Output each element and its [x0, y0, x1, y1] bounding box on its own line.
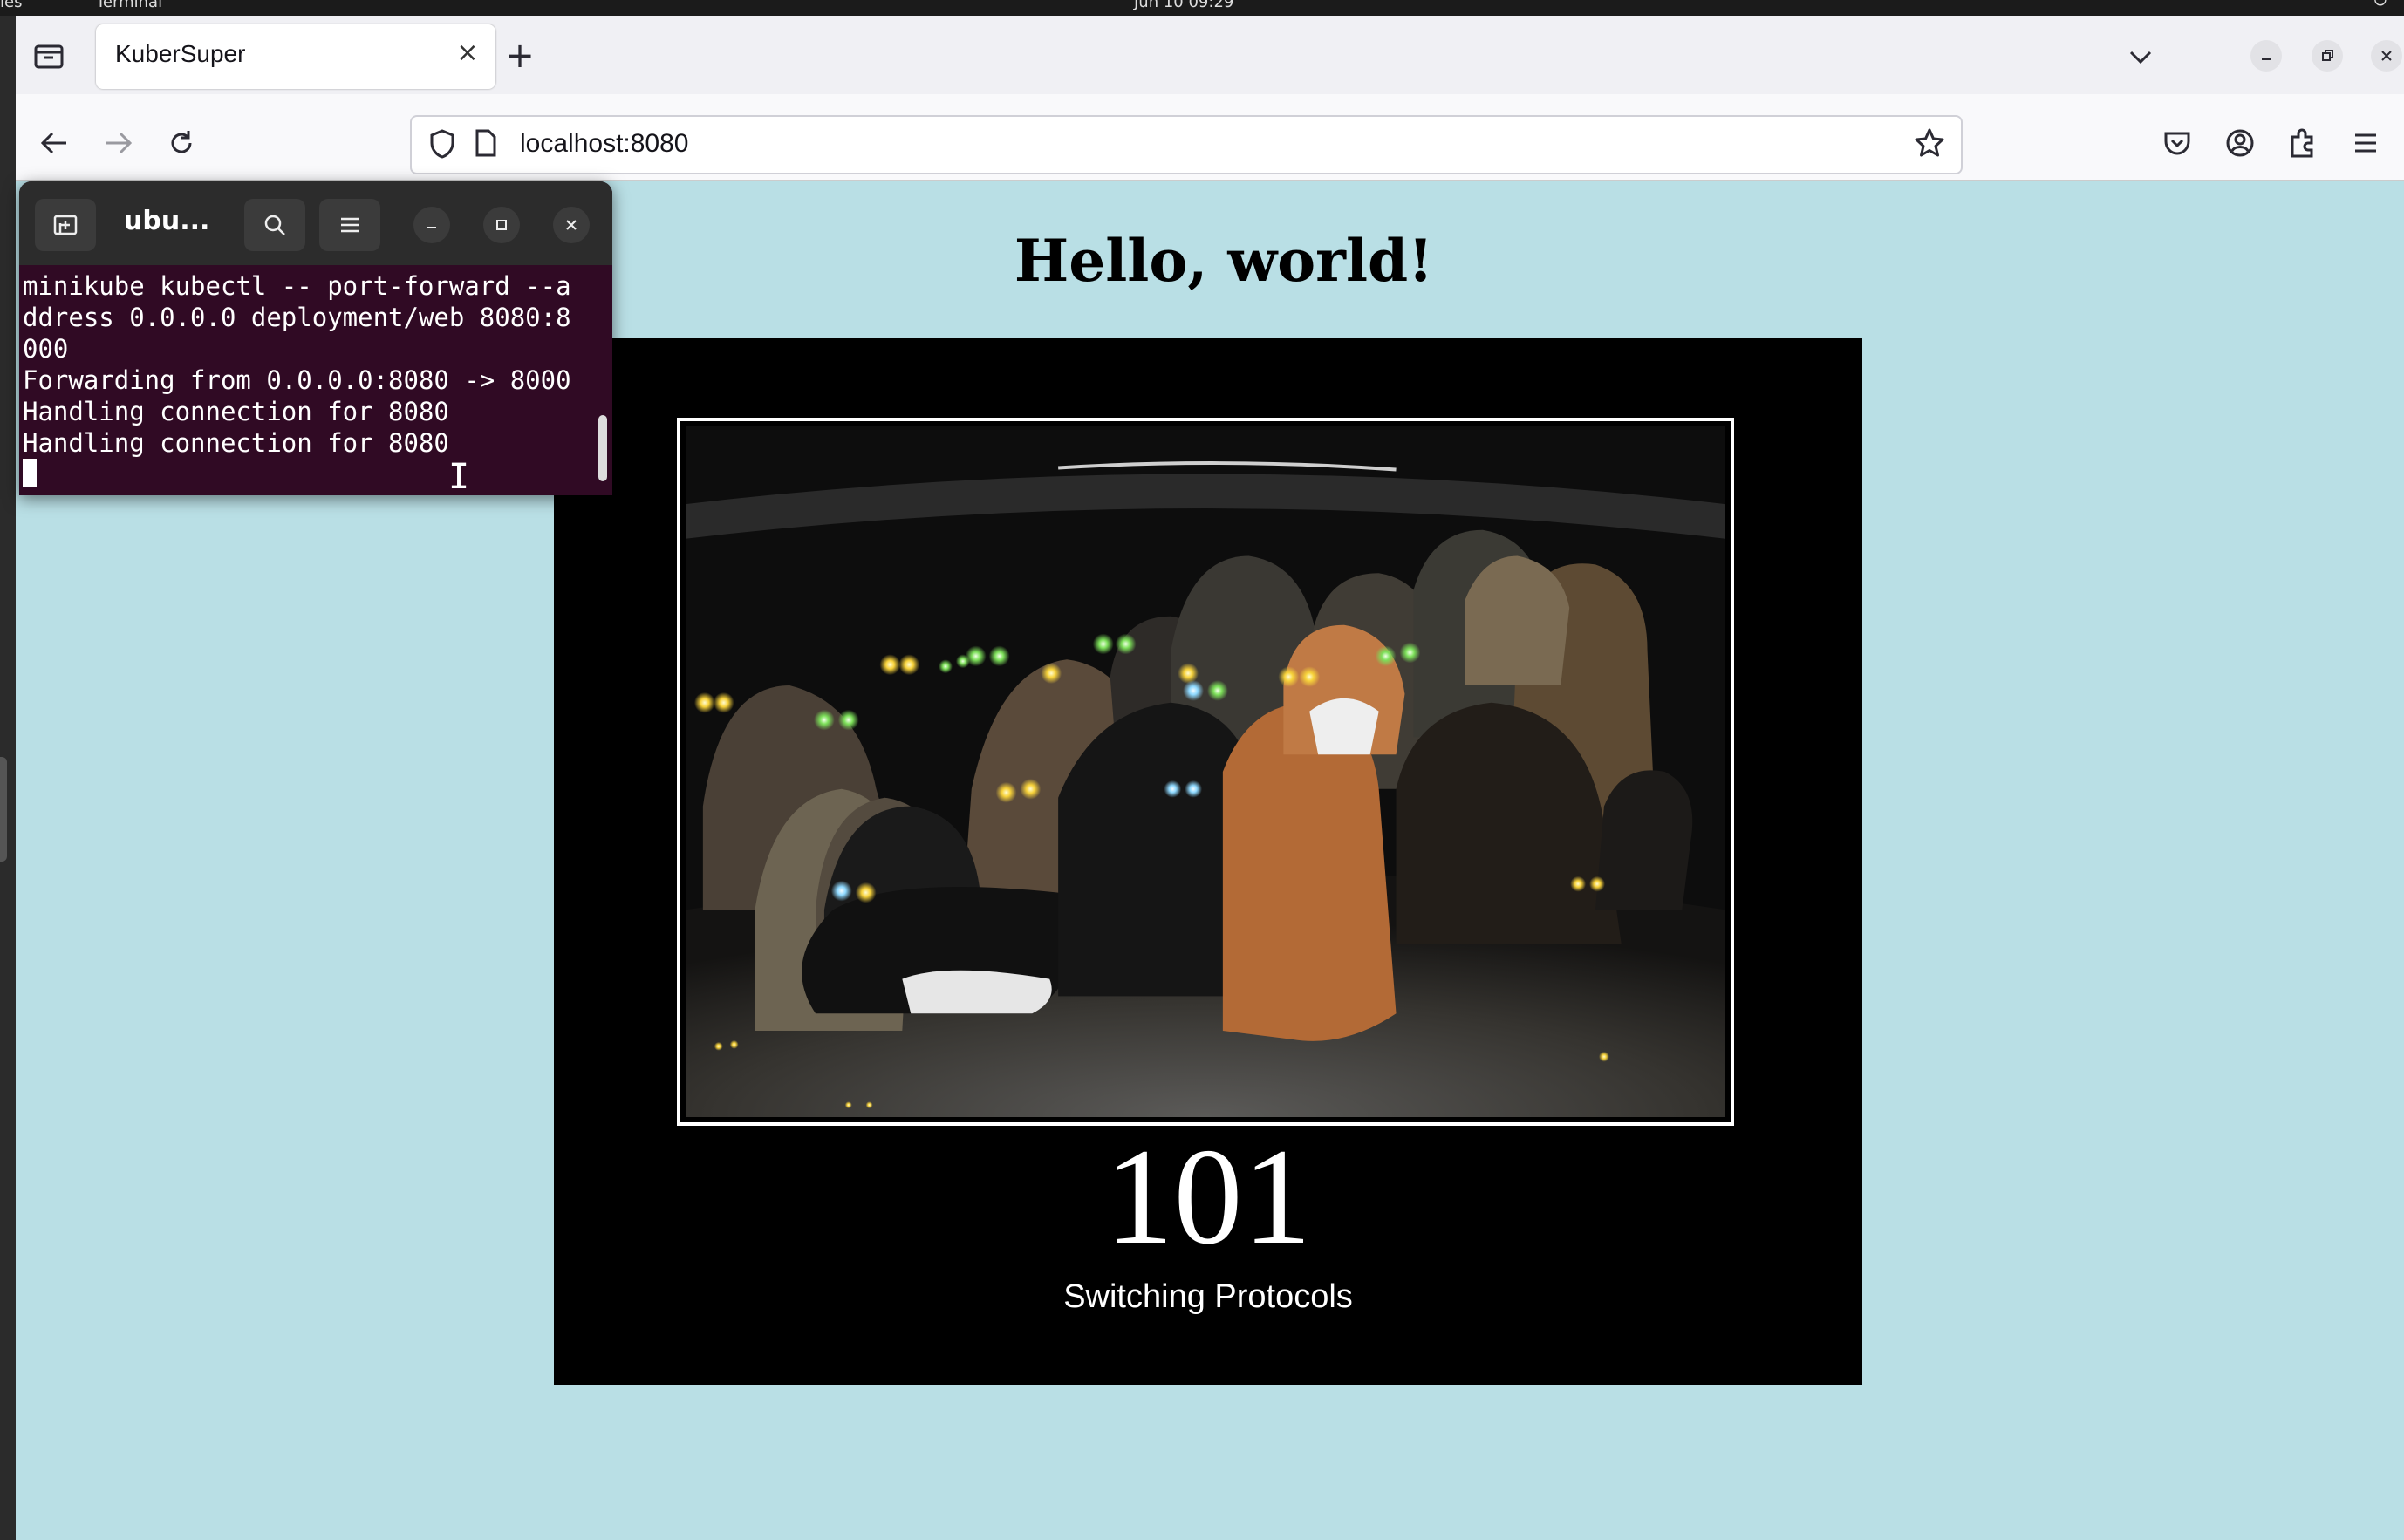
terminal-line: ddress 0.0.0.0 deployment/web 8080:8	[23, 303, 571, 332]
menu-icon[interactable]	[2348, 126, 2383, 160]
pocket-icon[interactable]	[2160, 126, 2195, 160]
url-text[interactable]: localhost:8080	[520, 129, 688, 159]
new-tab-terminal-icon[interactable]	[35, 199, 96, 251]
photo-frame	[677, 418, 1734, 1126]
close-window-icon[interactable]	[2371, 40, 2402, 72]
poster: 101 Switching Protocols	[554, 338, 1862, 1385]
terminal-line: Forwarding from 0.0.0.0:8080 -> 8000	[23, 365, 571, 395]
terminal-line: Handling connection for 8080	[23, 397, 449, 426]
terminal-maximize-icon[interactable]	[483, 207, 520, 243]
tab-kubersuper[interactable]: KuberSuper ×	[96, 24, 495, 89]
dock	[0, 16, 16, 1540]
terminal-minimize-icon[interactable]	[413, 207, 450, 243]
forward-icon[interactable]	[101, 126, 136, 160]
bookmark-star-icon[interactable]	[1914, 127, 1945, 162]
tracking-shield-icon[interactable]	[429, 129, 455, 162]
terminal-line: minikube kubectl -- port-forward --a	[23, 271, 571, 301]
tab-title: KuberSuper	[115, 40, 246, 67]
hamburger-menu-icon[interactable]	[319, 199, 380, 251]
terminal-close-icon[interactable]	[553, 207, 590, 243]
new-tab-icon[interactable]: +	[502, 38, 537, 73]
terminal-scrollbar[interactable]	[598, 415, 607, 481]
poster-status-code: 101	[1104, 1121, 1312, 1273]
reload-icon[interactable]	[164, 126, 199, 160]
dock-indicator	[0, 757, 7, 862]
list-tabs-icon[interactable]	[2123, 40, 2158, 75]
desktop-top-bar: ies Terminal Jun 10 09:29 ⏻	[0, 0, 2404, 16]
clock[interactable]: Jun 10 09:29	[1134, 0, 1233, 10]
active-app-label[interactable]: Terminal	[96, 0, 162, 10]
terminal-prompt[interactable]	[23, 459, 598, 490]
address-bar[interactable]: localhost:8080	[410, 115, 1963, 174]
mouse-ibeam-cursor-icon: I	[448, 457, 470, 495]
system-tray-icon[interactable]: ⏻	[2374, 0, 2387, 9]
terminal-line: 000	[23, 334, 69, 364]
terminal-header-bar[interactable]: ubu...	[19, 181, 612, 265]
minimize-icon[interactable]	[2250, 40, 2282, 72]
cats-photo	[686, 426, 1725, 1117]
terminal-window[interactable]: ubu... minikube kubectl -- port-forward …	[19, 181, 612, 495]
restore-icon[interactable]	[2312, 40, 2343, 72]
activities-label[interactable]: ies	[0, 0, 22, 10]
terminal-title: ubu...	[124, 206, 210, 236]
page-info-icon[interactable]	[475, 129, 497, 160]
poster-caption: Switching Protocols	[1063, 1278, 1353, 1315]
account-icon[interactable]	[2223, 126, 2257, 160]
close-tab-icon[interactable]: ×	[452, 37, 483, 68]
tab-bar: KuberSuper × +	[16, 16, 2404, 94]
firefox-view-icon[interactable]	[31, 38, 66, 73]
search-icon[interactable]	[244, 199, 305, 251]
page-heading: Hello, world!	[1014, 227, 1434, 295]
terminal-output[interactable]: minikube kubectl -- port-forward --a ddre…	[23, 270, 598, 490]
text-cursor	[23, 459, 37, 487]
navigation-bar: localhost:8080	[16, 94, 2404, 181]
extensions-icon[interactable]	[2285, 126, 2320, 160]
terminal-line: Handling connection for 8080	[23, 428, 449, 458]
back-icon[interactable]	[37, 126, 72, 160]
